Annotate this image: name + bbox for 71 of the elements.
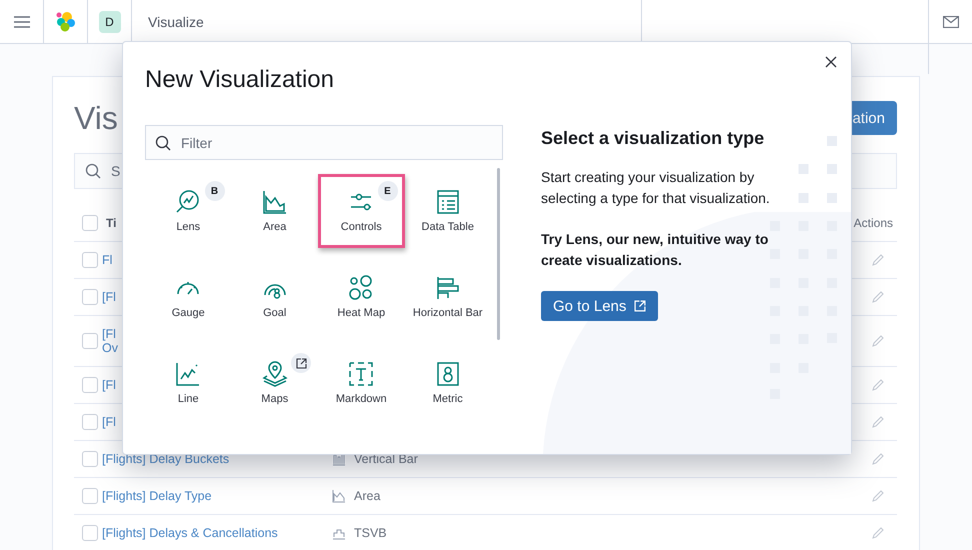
breadcrumb: Visualize [148, 14, 204, 30]
filter-field[interactable]: Filter [145, 125, 503, 160]
checkbox[interactable] [82, 333, 98, 349]
title-link[interactable]: [Flights] Delays & Cancellations [102, 526, 278, 540]
checkbox[interactable] [82, 215, 98, 231]
type-label: Area [354, 489, 380, 503]
type-label: Vertical Bar [354, 452, 418, 466]
number-frame-icon [434, 361, 461, 387]
column-header: Ti [106, 216, 118, 230]
visualization-type-card[interactable]: Metric [404, 346, 491, 420]
go-to-lens-button[interactable]: Go to Lens [541, 291, 658, 321]
checkbox[interactable] [82, 451, 98, 467]
badge: E [378, 181, 398, 201]
modal-title: New Visualization [145, 66, 335, 95]
promo-text: Try Lens, our new, intuitive way to create visualizations. [541, 230, 770, 270]
title-link[interactable]: [Fl [102, 378, 116, 392]
visualization-type-card[interactable]: Heat Map [318, 260, 404, 334]
side-heading: Select a visualization type [541, 128, 766, 149]
text-frame-icon [348, 361, 374, 387]
table-icon [434, 189, 461, 215]
type-label: TSVB [354, 526, 387, 540]
mail-icon[interactable] [942, 16, 958, 28]
visualization-type-card[interactable]: Goal [232, 260, 318, 334]
external-link-icon [291, 353, 311, 373]
column-header: Actions [854, 216, 893, 230]
pencil-icon[interactable] [871, 415, 885, 429]
pencil-icon[interactable] [871, 290, 885, 304]
pencil-icon[interactable] [871, 334, 885, 348]
pencil-icon[interactable] [871, 526, 885, 540]
lens-icon [175, 189, 202, 215]
external-link-icon [634, 300, 646, 312]
search-icon [155, 135, 171, 151]
visualization-type-card[interactable]: Horizontal Bar [404, 260, 491, 334]
space-avatar[interactable]: D [98, 10, 120, 32]
visualization-type-card[interactable]: Controls E [318, 174, 404, 248]
title-link[interactable]: [Fl [102, 290, 116, 304]
logo-icon[interactable] [54, 10, 76, 32]
visualization-type-card[interactable]: Line [145, 346, 232, 420]
horizontal-bar-icon [434, 275, 461, 301]
title-link[interactable]: Fl [102, 253, 112, 267]
pencil-icon[interactable] [871, 452, 885, 466]
circles-icon [348, 275, 374, 301]
visualization-type-card[interactable]: Gauge [145, 260, 232, 334]
checkbox[interactable] [82, 289, 98, 305]
visualization-type-card[interactable]: Lens B [145, 174, 232, 248]
pencil-icon[interactable] [871, 378, 885, 392]
area-chart-icon [332, 489, 346, 503]
checkbox[interactable] [82, 525, 98, 541]
visualization-type-card[interactable]: Data Table [404, 174, 491, 248]
visualization-type-card[interactable]: Area [232, 174, 318, 248]
pencil-icon[interactable] [871, 253, 885, 267]
title-link[interactable]: [Fl [102, 327, 116, 341]
title-link[interactable]: [Fl [102, 415, 116, 429]
checkbox[interactable] [82, 414, 98, 430]
line-chart-icon [175, 361, 202, 387]
title-link[interactable]: Ov [102, 341, 118, 355]
description-text: Start creating your visualization by selecting a type for that visualization. [541, 168, 771, 208]
visualization-type-card[interactable]: Maps [232, 346, 318, 420]
checkbox[interactable] [82, 252, 98, 268]
area-chart-icon [262, 189, 288, 215]
title-link[interactable]: [Flights] Delay Type [102, 489, 212, 503]
checkbox[interactable] [82, 377, 98, 393]
visualization-type-card[interactable]: Markdown [318, 346, 404, 420]
pencil-icon[interactable] [871, 489, 885, 503]
search-icon [85, 163, 101, 179]
map-pin-icon [262, 361, 288, 387]
checkbox[interactable] [82, 488, 98, 504]
badge: B [204, 181, 224, 201]
menu-icon[interactable] [14, 16, 30, 28]
vertical-bar-icon [332, 452, 346, 466]
page-title: Vis [74, 100, 118, 136]
